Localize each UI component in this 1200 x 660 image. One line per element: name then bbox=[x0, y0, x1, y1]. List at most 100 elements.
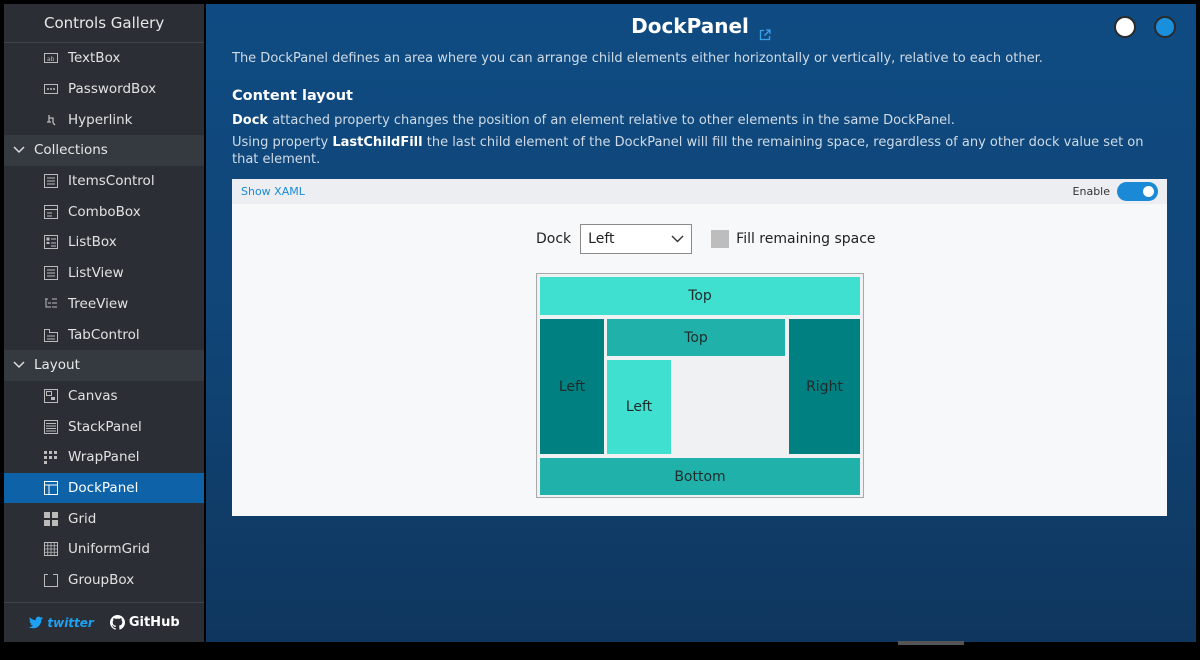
sidebar-item-label: Grid bbox=[68, 510, 97, 527]
sidebar-item-label: Canvas bbox=[68, 387, 118, 404]
sidebar-item-label: ListBox bbox=[68, 234, 117, 251]
enable-control: Enable bbox=[1073, 182, 1158, 201]
combobox-icon bbox=[44, 204, 58, 219]
enable-toggle[interactable] bbox=[1117, 182, 1158, 201]
tabcontrol-icon bbox=[44, 328, 58, 342]
grid-icon bbox=[44, 511, 58, 526]
sidebar-group-label: Layout bbox=[34, 357, 80, 374]
sidebar-item-textbox[interactable]: ab TextBox bbox=[4, 43, 204, 74]
dock-top: Top bbox=[540, 277, 860, 315]
sidebar-item-label: StackPanel bbox=[68, 418, 142, 435]
page-title: DockPanel bbox=[631, 14, 749, 38]
theme-light-button[interactable] bbox=[1114, 16, 1136, 38]
sidebar: Controls Gallery ab TextBox PasswordBox … bbox=[4, 4, 204, 642]
dock-left: Left bbox=[540, 319, 604, 454]
enable-label: Enable bbox=[1072, 185, 1110, 198]
paragraph-text: attached property changes the position o… bbox=[268, 113, 955, 128]
sidebar-title: Controls Gallery bbox=[44, 14, 165, 32]
sidebar-item-listbox[interactable]: ListBox bbox=[4, 227, 204, 258]
sidebar-item-label: ListView bbox=[68, 265, 124, 282]
textbox-icon: ab bbox=[44, 51, 58, 65]
external-link-icon[interactable] bbox=[759, 22, 771, 40]
sidebar-footer: twitter GitHub bbox=[4, 602, 204, 642]
stackpanel-icon bbox=[44, 419, 58, 434]
sidebar-item-label: GroupBox bbox=[68, 572, 135, 589]
section-title: Content layout bbox=[232, 88, 353, 104]
main-content: DockPanel The DockPanel defines an area … bbox=[206, 4, 1196, 642]
sidebar-item-label: TreeView bbox=[68, 295, 129, 312]
sidebar-item-label: TextBox bbox=[68, 50, 121, 67]
sidebar-item-label: Hyperlink bbox=[68, 111, 133, 128]
wrappanel-icon bbox=[44, 450, 58, 465]
canvas-icon bbox=[44, 388, 58, 403]
chevron-down-icon bbox=[671, 235, 684, 243]
github-link[interactable]: GitHub bbox=[109, 615, 180, 630]
listbox-icon bbox=[44, 235, 58, 250]
github-icon bbox=[109, 615, 125, 630]
sidebar-item-grid[interactable]: Grid bbox=[4, 503, 204, 534]
sidebar-item-hyperlink[interactable]: Hyperlink bbox=[4, 104, 204, 135]
sidebar-group-layout[interactable]: Layout bbox=[4, 349, 204, 381]
sidebar-item-label: PasswordBox bbox=[68, 81, 157, 98]
paragraph-bold: LastChildFill bbox=[332, 135, 423, 150]
paragraph-text: Using property bbox=[232, 135, 333, 150]
sidebar-item-label: ComboBox bbox=[68, 203, 141, 220]
dockpanel-demo: Top Left Right Top Left Bottom bbox=[536, 273, 864, 498]
sidebar-item-combobox[interactable]: ComboBox bbox=[4, 196, 204, 227]
sidebar-item-dockpanel[interactable]: DockPanel bbox=[4, 472, 204, 504]
dock-label: Dock bbox=[536, 231, 572, 247]
chevron-down-icon bbox=[13, 361, 25, 369]
toggle-knob bbox=[1143, 186, 1154, 197]
paragraph-bold: Dock bbox=[232, 113, 269, 128]
dock-inner-left: Left bbox=[607, 360, 671, 454]
page-description: The DockPanel defines an area where you … bbox=[232, 51, 1043, 66]
show-xaml-link[interactable]: Show XAML bbox=[241, 185, 305, 198]
svg-text:ab: ab bbox=[47, 56, 55, 63]
itemscontrol-icon bbox=[44, 174, 58, 189]
sidebar-item-listview[interactable]: ListView bbox=[4, 258, 204, 289]
groupbox-icon bbox=[44, 573, 58, 588]
dock-right: Right bbox=[789, 319, 860, 454]
twitter-link[interactable]: twitter bbox=[28, 615, 94, 630]
sidebar-item-label: DockPanel bbox=[68, 479, 139, 496]
sidebar-item-passwordbox[interactable]: PasswordBox bbox=[4, 74, 204, 105]
sidebar-item-label: WrapPanel bbox=[68, 449, 140, 466]
hyperlink-icon bbox=[44, 113, 58, 127]
sidebar-group-label: Collections bbox=[34, 142, 108, 159]
demo-card-header: Show XAML Enable bbox=[232, 179, 1167, 204]
horizontal-scrollbar[interactable] bbox=[898, 641, 964, 645]
sidebar-item-treeview[interactable]: TreeView bbox=[4, 289, 204, 320]
paragraph-dock: Dock attached property changes the posit… bbox=[232, 112, 1162, 129]
passwordbox-icon bbox=[44, 82, 58, 96]
chevron-down-icon bbox=[13, 146, 25, 154]
fill-remaining-label: Fill remaining space bbox=[736, 231, 876, 247]
sidebar-item-tabcontrol[interactable]: TabControl bbox=[4, 319, 204, 350]
theme-blue-button[interactable] bbox=[1154, 16, 1176, 38]
uniformgrid-icon bbox=[44, 542, 58, 557]
fill-remaining-checkbox[interactable] bbox=[711, 230, 730, 248]
dock-inner-top: Top bbox=[607, 319, 785, 356]
sidebar-group-collections[interactable]: Collections bbox=[4, 135, 204, 166]
sidebar-item-uniformgrid[interactable]: UniformGrid bbox=[4, 534, 204, 565]
dock-controls: Dock Left Fill remaining space bbox=[536, 224, 876, 254]
sidebar-item-wrappanel[interactable]: WrapPanel bbox=[4, 442, 204, 473]
sidebar-item-label: TabControl bbox=[68, 326, 140, 343]
treeview-icon bbox=[44, 297, 58, 311]
sidebar-item-canvas[interactable]: Canvas bbox=[4, 381, 204, 412]
twitter-label: twitter bbox=[47, 615, 94, 630]
twitter-bird-icon bbox=[29, 616, 44, 628]
sidebar-item-stackpanel[interactable]: StackPanel bbox=[4, 411, 204, 442]
github-label: GitHub bbox=[128, 615, 180, 630]
demo-card: Show XAML Enable Dock Left Fill remainin… bbox=[232, 179, 1167, 516]
sidebar-item-label: UniformGrid bbox=[68, 541, 150, 558]
sidebar-item-itemscontrol[interactable]: ItemsControl bbox=[4, 166, 204, 197]
page-title-row: DockPanel bbox=[206, 14, 1196, 40]
sidebar-item-groupbox[interactable]: GroupBox bbox=[4, 565, 204, 596]
dock-select-value: Left bbox=[588, 231, 615, 247]
paragraph-lastchildfill: Using property LastChildFill the last ch… bbox=[232, 134, 1162, 168]
listview-icon bbox=[44, 266, 58, 281]
dockpanel-icon bbox=[44, 480, 58, 495]
dock-bottom: Bottom bbox=[540, 458, 860, 495]
dock-select[interactable]: Left bbox=[580, 224, 693, 254]
sidebar-item-label: ItemsControl bbox=[68, 173, 155, 190]
